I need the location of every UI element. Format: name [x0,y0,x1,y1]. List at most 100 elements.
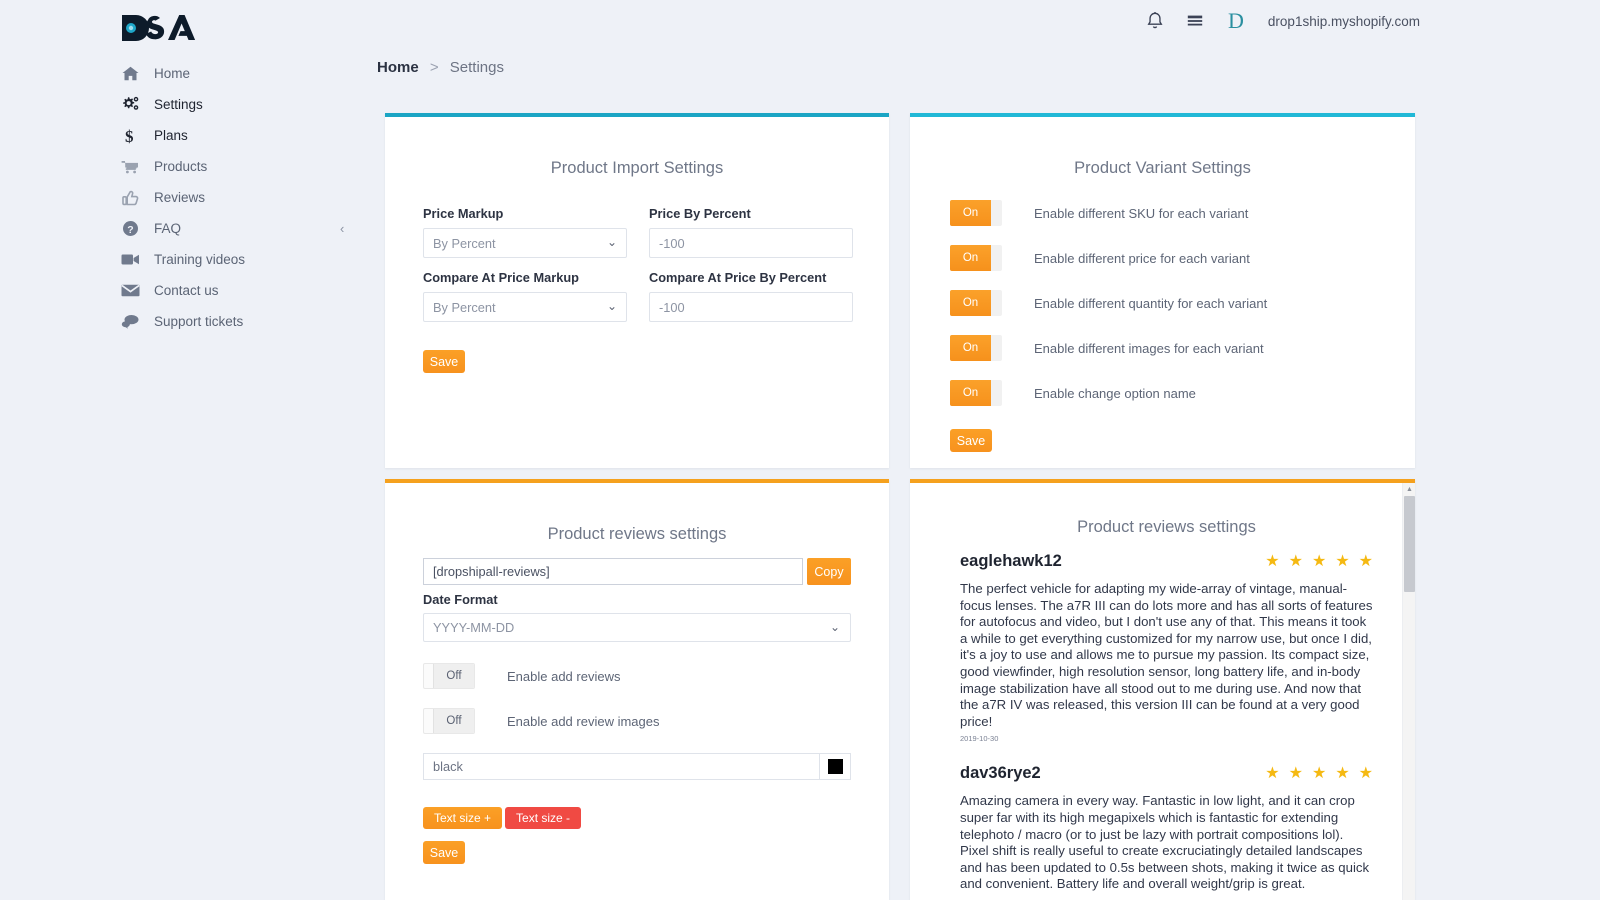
shortcode-input[interactable]: [dropshipall-reviews] [423,558,803,585]
toggle-label: Enable different quantity for each varia… [1034,295,1268,311]
sidebar-item-support-tickets[interactable]: Support tickets [0,306,360,337]
price-by-percent-input[interactable]: -100 [649,228,853,258]
reviews-scroll-area: Product reviews settings eaglehawk12 ★ ★… [910,483,1415,900]
sidebar-item-plans[interactable]: $ Plans [0,120,360,151]
thumbs-up-icon [120,189,140,207]
scroll-up-arrow[interactable]: ▲ [1403,483,1415,496]
star-icon: ★ [1265,553,1280,570]
sidebar-item-label: Reviews [154,190,206,205]
toggle-state-label: Off [446,715,462,727]
dollar-icon: $ [120,127,140,145]
star-icon: ★ [1311,553,1327,570]
reviews-settings-save-button[interactable]: Save [423,841,465,864]
toggle-label: Enable different images for each variant [1034,340,1264,356]
breadcrumb-current: Settings [449,59,504,76]
compare-percent-value: -100 [659,299,685,315]
sidebar-item-settings[interactable]: Settings [0,89,360,120]
import-form: Price Markup By Percent ⌄ Price By Perce… [385,178,889,322]
sidebar-item-label: Training videos [154,252,246,267]
card-title: Product Import Settings [550,159,724,177]
breadcrumb-separator: > [429,59,439,76]
billing-card-icon[interactable] [1186,11,1204,31]
sidebar-item-home[interactable]: Home [0,58,360,89]
color-value: black [433,759,463,774]
compare-percent-input[interactable]: -100 [649,292,853,322]
review-date: 2019-10-30 [960,734,999,744]
star-icon: ★ [1288,553,1303,570]
toggle-label: Enable add review images [507,713,660,729]
price-markup-select[interactable]: By Percent ⌄ [423,228,627,258]
import-save-button[interactable]: Save [423,350,465,373]
shortcode-value: [dropshipall-reviews] [433,564,550,579]
toggle-sku[interactable]: On [950,200,1002,226]
app-logo[interactable] [118,11,196,45]
star-icon: ★ [1335,553,1350,570]
color-swatch [827,759,843,774]
text-size-decrease-button[interactable]: Text size - [505,807,582,829]
toggle-state-label: On [962,252,979,264]
reviews-settings-form: [dropshipall-reviews] Copy Date Format Y… [385,544,889,864]
gears-icon [120,96,140,114]
compare-markup-label: Compare At Price Markup [423,270,579,285]
sidebar-collapse-toggle[interactable]: ‹ [340,221,344,236]
sidebar-item-products[interactable]: Products [0,151,360,182]
reviews-scrollbar[interactable]: ▲ [1402,483,1415,900]
question-circle-icon: ? [120,220,140,238]
star-icon: ★ [1311,765,1327,783]
sidebar-nav: Home Settings $ Plans Products Reviews ?… [0,58,360,900]
toggle-price[interactable]: On [950,245,1002,271]
star-icon: ★ [1335,765,1350,783]
svg-text:$: $ [125,127,134,145]
toggle-state-label: On [962,297,979,309]
reviews-toggle-list: Off Enable add reviews Off Enable add re… [423,642,851,734]
date-format-select[interactable]: YYYY-MM-DD ⌄ [423,613,851,642]
sidebar-item-reviews[interactable]: Reviews [0,182,360,213]
variant-toggle-row: On Enable different images for each vari… [950,335,1415,361]
scrollbar-thumb[interactable] [1404,496,1415,592]
sidebar-item-contact-us[interactable]: Contact us [0,275,360,306]
dsa-logo-icon [122,15,196,41]
copy-shortcode-button[interactable]: Copy [807,558,851,585]
toggle-label: Enable change option name [1034,385,1196,401]
price-markup-value: By Percent [433,235,496,251]
toggle-label: Enable different price for each variant [1034,250,1250,266]
toggle-enable-add-review-images[interactable]: Off [423,708,475,734]
home-icon [120,65,140,83]
toggle-quantity[interactable]: On [950,290,1002,316]
star-icon: ★ [1358,553,1373,570]
reviews-toggle-row: Off Enable add review images [423,708,851,734]
breadcrumb: Home > Settings [377,59,504,76]
breadcrumb-home-link[interactable]: Home [377,59,419,76]
top-right-group: D drop1ship.myshopify.com [1146,10,1420,32]
text-size-increase-button[interactable]: Text size + [423,807,503,829]
toggle-option-name[interactable]: On [950,380,1002,406]
color-input[interactable]: black [423,753,820,780]
toggle-images[interactable]: On [950,335,1002,361]
star-icon: ★ [1288,765,1303,783]
toggle-label: Enable different SKU for each variant [1034,205,1249,221]
sidebar-item-label: Contact us [154,283,219,298]
review-body: The perfect vehicle for adapting my wide… [960,581,1373,729]
sidebar-item-training-videos[interactable]: Training videos [0,244,360,275]
compare-percent-label: Compare At Price By Percent [649,270,827,285]
envelope-icon [120,282,140,300]
compare-markup-select[interactable]: By Percent ⌄ [423,292,627,322]
color-picker-row: black [423,753,851,780]
star-icon: ★ [1358,765,1373,783]
sidebar-item-label: Products [154,159,208,174]
date-format-value: YYYY-MM-DD [433,620,515,635]
color-swatch-button[interactable] [820,753,851,780]
variant-toggle-list: On Enable different SKU for each variant… [910,178,1415,406]
variant-save-button[interactable]: Save [950,429,992,452]
card-title: Product Variant Settings [1074,159,1251,177]
variant-toggle-row: On Enable different price for each varia… [950,245,1415,271]
date-format-label: Date Format [423,592,498,607]
sidebar-item-faq[interactable]: ? FAQ ‹ [0,213,360,244]
card-title: Product reviews settings [547,525,727,543]
toggle-enable-add-reviews[interactable]: Off [423,663,475,689]
toggle-state-label: On [962,387,979,399]
toggle-state-label: Off [446,670,462,682]
compare-markup-value: By Percent [433,299,496,315]
bell-icon[interactable] [1146,11,1164,31]
avatar[interactable]: D [1226,10,1246,32]
